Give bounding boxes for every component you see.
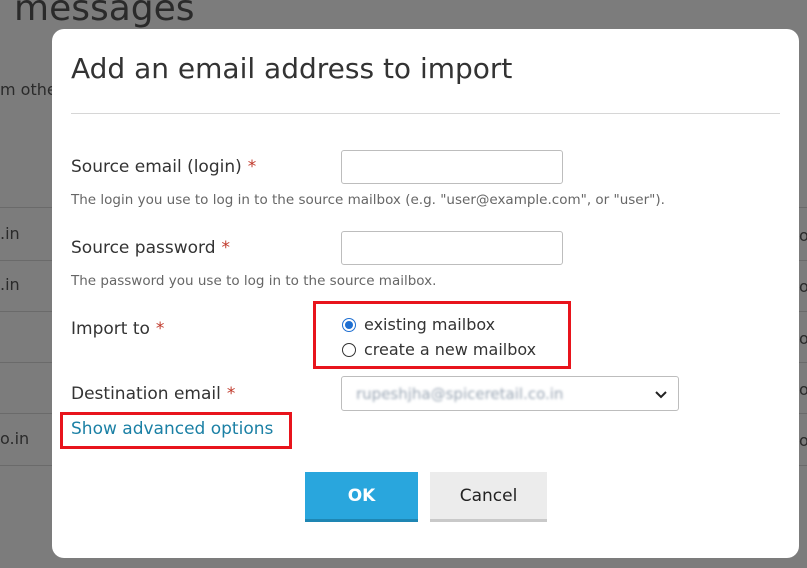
destination-email-select[interactable]: rupeshjha@spiceretail.co.in <box>341 376 679 411</box>
table-row: .in <box>0 275 20 294</box>
source-password-label: Source password * <box>71 238 230 258</box>
required-marker: * <box>221 238 231 258</box>
import-to-label: Import to * <box>71 319 164 339</box>
table-cell: o <box>799 277 807 296</box>
title-divider <box>71 113 780 114</box>
source-password-input[interactable] <box>341 231 563 265</box>
ok-button[interactable]: OK <box>305 472 418 522</box>
required-marker: * <box>226 384 236 404</box>
page-title: messages <box>14 0 195 29</box>
page-subtext: m othe <box>0 80 57 99</box>
table-row: .in <box>0 224 20 243</box>
table-row: o.in <box>0 429 30 448</box>
highlight-box <box>313 301 571 369</box>
source-email-input[interactable] <box>341 150 563 184</box>
required-marker: * <box>155 319 165 339</box>
required-marker: * <box>247 157 257 177</box>
dialog-title: Add an email address to import <box>71 52 513 85</box>
cancel-button[interactable]: Cancel <box>430 472 547 522</box>
import-to-label-text: Import to <box>71 319 150 339</box>
source-password-help: The password you use to log in to the so… <box>71 273 437 289</box>
chevron-down-icon <box>655 390 667 398</box>
source-password-label-text: Source password <box>71 238 216 258</box>
table-cell: o <box>799 431 807 450</box>
table-cell: o <box>799 329 807 348</box>
source-email-label: Source email (login) * <box>71 157 256 177</box>
source-email-help: The login you use to log in to the sourc… <box>71 192 665 208</box>
table-cell: o <box>799 226 807 245</box>
destination-email-value: rupeshjha@spiceretail.co.in <box>356 384 564 403</box>
highlight-box <box>60 412 292 449</box>
destination-email-label: Destination email * <box>71 384 235 404</box>
table-cell: o <box>799 380 807 399</box>
destination-email-label-text: Destination email <box>71 384 221 404</box>
import-email-dialog: Add an email address to import Source em… <box>52 29 799 558</box>
source-email-label-text: Source email (login) <box>71 157 242 177</box>
